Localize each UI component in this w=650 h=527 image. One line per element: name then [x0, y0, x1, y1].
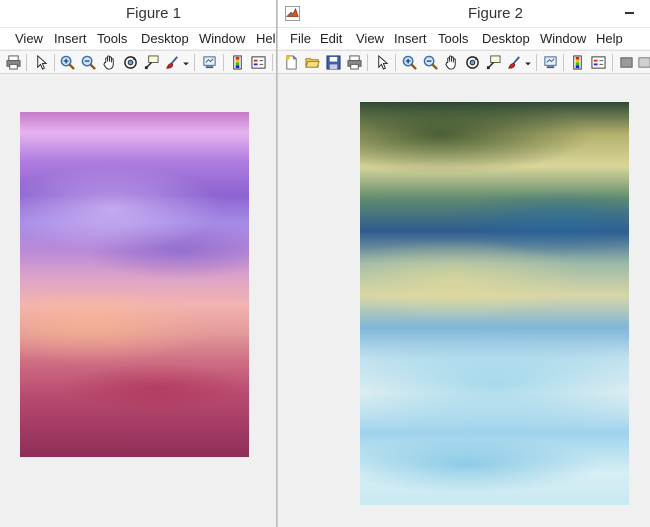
menu-edit[interactable]: Edit	[320, 31, 342, 46]
sunset-clouds-image	[20, 112, 249, 457]
menu-insert[interactable]: Insert	[54, 31, 87, 46]
figure-2-canvas[interactable]	[278, 75, 650, 527]
menu-insert[interactable]: Insert	[394, 31, 427, 46]
figure-1-toolbar	[0, 50, 276, 74]
figure-2-toolbar	[278, 50, 650, 74]
datacursor-icon[interactable]	[485, 54, 502, 71]
brush-icon[interactable]	[164, 54, 181, 71]
zoom-in-icon[interactable]	[59, 54, 76, 71]
legend-icon[interactable]	[250, 54, 267, 71]
new-icon[interactable]	[283, 54, 300, 71]
menu-file[interactable]: File	[290, 31, 311, 46]
matlab-icon[interactable]	[285, 6, 300, 21]
menu-tools[interactable]: Tools	[97, 31, 127, 46]
print-icon[interactable]	[346, 54, 363, 71]
pan-icon[interactable]	[101, 54, 118, 71]
figure-2-titlebar[interactable]: Figure 2	[278, 0, 650, 27]
hide-plot-tools-icon[interactable]	[618, 54, 635, 71]
legend-icon[interactable]	[590, 54, 607, 71]
colorbar-icon[interactable]	[229, 54, 246, 71]
arrow-icon[interactable]	[33, 54, 50, 71]
rotate-icon[interactable]	[122, 54, 139, 71]
menu-help[interactable]: Help	[596, 31, 623, 46]
pan-icon[interactable]	[443, 54, 460, 71]
menu-window[interactable]: Window	[540, 31, 586, 46]
menu-help[interactable]: Help	[256, 31, 276, 46]
menu-window[interactable]: Window	[199, 31, 245, 46]
inverted-clouds-image	[360, 102, 629, 505]
figure-2-window: Figure 2 File Edit View Insert Tools Des…	[278, 0, 650, 527]
menu-desktop[interactable]: Desktop	[141, 31, 189, 46]
menu-desktop[interactable]: Desktop	[482, 31, 530, 46]
link-icon[interactable]	[201, 54, 218, 71]
figure-1-window: Figure 1 View Insert Tools Desktop Windo…	[0, 0, 276, 527]
brush-icon[interactable]	[506, 54, 523, 71]
save-icon[interactable]	[325, 54, 342, 71]
minimize-icon[interactable]	[625, 12, 634, 14]
figure-1-title: Figure 1	[126, 5, 182, 22]
menu-view[interactable]: View	[15, 31, 43, 46]
open-icon[interactable]	[304, 54, 321, 71]
arrow-icon[interactable]	[374, 54, 391, 71]
colorbar-icon[interactable]	[569, 54, 586, 71]
print-icon[interactable]	[5, 54, 22, 71]
zoom-out-icon[interactable]	[80, 54, 97, 71]
figure-2-title: Figure 2	[468, 5, 524, 22]
zoom-out-icon[interactable]	[422, 54, 439, 71]
figure-2-menubar: File Edit View Insert Tools Desktop Wind…	[278, 27, 650, 49]
menu-view[interactable]: View	[356, 31, 384, 46]
datacursor-icon[interactable]	[143, 54, 160, 71]
rotate-icon[interactable]	[464, 54, 481, 71]
brush-dropdown-icon[interactable]	[181, 54, 191, 71]
brush-dropdown-icon[interactable]	[523, 54, 533, 71]
link-icon[interactable]	[542, 54, 559, 71]
menu-tools[interactable]: Tools	[438, 31, 468, 46]
zoom-in-icon[interactable]	[401, 54, 418, 71]
figure-1-canvas[interactable]	[0, 75, 276, 527]
figure-1-titlebar[interactable]: Figure 1	[0, 0, 276, 27]
figure-1-menubar: View Insert Tools Desktop Window Help	[0, 27, 276, 49]
show-plot-tools-icon[interactable]	[636, 54, 650, 71]
